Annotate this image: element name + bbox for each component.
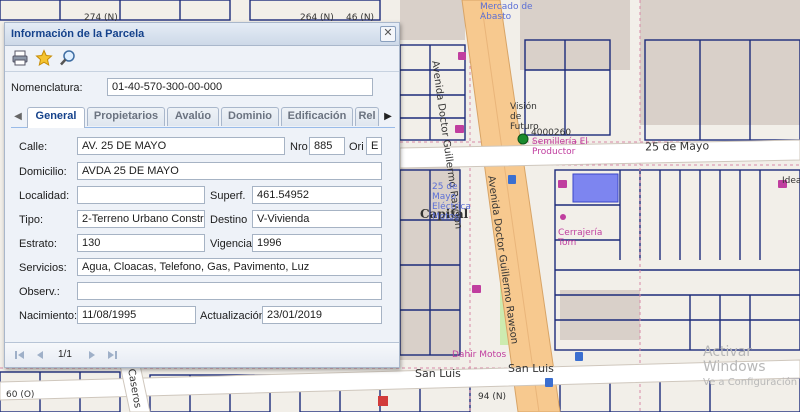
windows-activation-watermark: Activar Windows Ve a Configuración — [703, 345, 800, 390]
ori-label: Ori — [349, 141, 364, 153]
watermark-subtitle: Ve a Configuración — [703, 377, 798, 388]
calle-label: Calle: — [19, 141, 48, 153]
tab-scroll-left-icon[interactable]: ◀ — [11, 107, 25, 126]
place-label-mercado: Mercado de Abasto — [480, 2, 533, 22]
domicilio-field[interactable]: AVDA 25 DE MAYO — [77, 162, 382, 180]
domicilio-label: Domicilio: — [19, 166, 67, 178]
tab-rel[interactable]: Rel — [355, 107, 379, 126]
tipo-field[interactable]: 2-Terreno Urbano Constru — [77, 210, 205, 228]
superf-label: Superf. — [210, 190, 246, 202]
house-number: 60 (O) — [6, 390, 35, 400]
place-label-electrica: 25 de Mayo Eléctrica Motos — [432, 182, 471, 222]
nro-label: Nro — [290, 141, 308, 153]
first-page-icon[interactable] — [13, 348, 27, 362]
tipo-label: Tipo: — [19, 214, 44, 226]
observ-field[interactable] — [77, 282, 382, 300]
tab-avaluo[interactable]: Avalúo — [167, 107, 219, 126]
toolbar — [11, 49, 80, 67]
nomenclatura-field[interactable]: 01-40-570-300-00-000 — [107, 78, 373, 96]
servicios-field[interactable]: Agua, Cloacas, Telefono, Gas, Pavimento,… — [77, 258, 382, 276]
localidad-field[interactable] — [77, 186, 205, 204]
toolbar-divider — [5, 71, 399, 72]
nro-field[interactable]: 885 — [309, 137, 345, 155]
vigencia-label: Vigencia — [210, 238, 252, 250]
destino-label: Destino — [210, 214, 248, 226]
pager-toolbar: 1/1 — [5, 342, 399, 367]
parcel-info-window: Información de la Parcela ✕ Nomenclatura… — [4, 22, 400, 368]
ori-field[interactable]: E — [366, 137, 382, 155]
next-page-icon[interactable] — [85, 348, 99, 362]
nomenclatura-label: Nomenclatura: — [11, 82, 83, 94]
nacimiento-label: Nacimiento: — [19, 310, 78, 322]
tab-scroll-right-icon[interactable]: ▶ — [381, 107, 395, 126]
servicios-label: Servicios: — [19, 262, 67, 274]
house-number: 94 (N) — [478, 392, 507, 402]
place-label-ideas: Ideas — [782, 176, 800, 186]
pharmacy-marker — [378, 396, 388, 406]
star-icon[interactable] — [35, 49, 53, 67]
actualizacion-label: Actualización — [200, 310, 265, 322]
tab-general[interactable]: General — [27, 107, 85, 128]
localidad-label: Localidad: — [19, 190, 70, 202]
tab-bar: ◀ General Propietarios Avalúo Dominio Ed… — [11, 105, 395, 128]
print-icon[interactable] — [11, 49, 29, 67]
window-header[interactable]: Información de la Parcela ✕ — [5, 23, 399, 46]
street-label-san-luis-left: San Luis — [415, 367, 461, 380]
street-label-san-luis-right: San Luis — [508, 362, 554, 375]
window-title: Información de la Parcela — [11, 28, 145, 40]
selected-parcel — [572, 173, 619, 203]
page-indicator: 1/1 — [58, 349, 72, 360]
nacimiento-field[interactable]: 11/08/1995 — [77, 306, 196, 324]
calle-field[interactable]: AV. 25 DE MAYO — [77, 137, 285, 155]
superf-field[interactable]: 461.54952 — [252, 186, 382, 204]
observ-label: Observ.: — [19, 286, 60, 298]
place-label-cerrajeria: Cerrajería Tom — [558, 228, 603, 248]
zoom-icon[interactable] — [59, 49, 77, 67]
place-label-semilleria: Semillería El Productor — [532, 137, 588, 157]
place-label-motos: Dahir Motos — [452, 350, 507, 360]
prev-page-icon[interactable] — [33, 348, 47, 362]
close-icon[interactable]: ✕ — [380, 26, 396, 42]
tab-dominio[interactable]: Dominio — [221, 107, 279, 126]
estrato-field[interactable]: 130 — [77, 234, 205, 252]
map-marker — [517, 133, 529, 145]
tab-edificacion[interactable]: Edificación — [281, 107, 353, 126]
destino-field[interactable]: V-Vivienda — [252, 210, 382, 228]
last-page-icon[interactable] — [105, 348, 119, 362]
estrato-label: Estrato: — [19, 238, 57, 250]
watermark-title: Activar Windows — [703, 344, 766, 375]
tab-propietarios[interactable]: Propietarios — [87, 107, 165, 126]
vigencia-field[interactable]: 1996 — [252, 234, 382, 252]
street-label-25-de-mayo: 25 de Mayo — [644, 139, 710, 154]
actualizacion-field[interactable]: 23/01/2019 — [262, 306, 382, 324]
